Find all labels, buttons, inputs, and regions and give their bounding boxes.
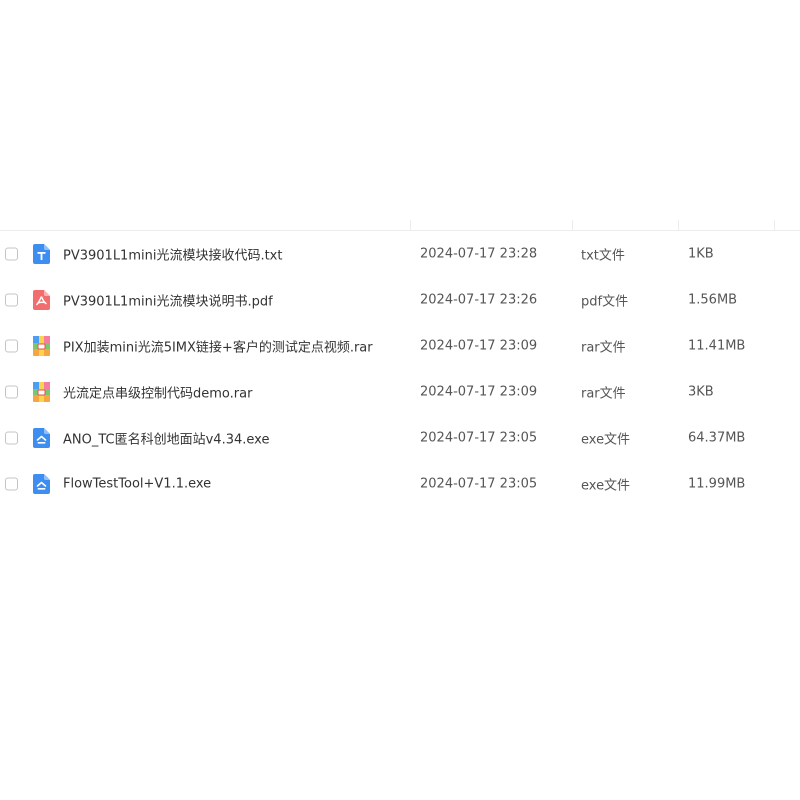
file-row[interactable]: FlowTestTool+V1.1.exe 2024-07-17 23:05 e…: [0, 461, 800, 507]
file-size: 1.56MB: [688, 292, 738, 308]
row-checkbox[interactable]: [5, 431, 18, 445]
txt-file-icon: [33, 244, 50, 264]
file-size: 1KB: [688, 246, 714, 262]
file-browser-page: PV3901L1mini光流模块接收代码.txt 2024-07-17 23:2…: [0, 0, 800, 800]
file-date: 2024-07-17 23:05: [420, 430, 538, 446]
pdf-file-icon: [33, 290, 50, 310]
file-name[interactable]: PV3901L1mini光流模块接收代码.txt: [63, 245, 282, 264]
file-name[interactable]: 光流定点串级控制代码demo.rar: [63, 383, 252, 402]
file-type: exe文件: [581, 432, 631, 448]
file-size: 3KB: [688, 384, 714, 400]
file-name[interactable]: PIX加装mini光流5IMX链接+客户的测试定点视频.rar: [63, 337, 373, 356]
column-divider[interactable]: [572, 220, 573, 230]
row-checkbox[interactable]: [5, 339, 18, 353]
file-type: rar文件: [581, 386, 626, 402]
exe-file-icon: [33, 428, 50, 448]
file-type: pdf文件: [581, 294, 629, 310]
rar-file-icon: [33, 336, 50, 356]
file-type: exe文件: [581, 478, 631, 494]
column-divider[interactable]: [774, 220, 775, 230]
file-name[interactable]: ANO_TC匿名科创地面站v4.34.exe: [63, 429, 269, 448]
file-date: 2024-07-17 23:09: [420, 384, 538, 400]
file-size: 11.99MB: [688, 476, 746, 492]
file-type: rar文件: [581, 340, 626, 356]
file-date: 2024-07-17 23:28: [420, 246, 538, 262]
row-checkbox[interactable]: [5, 293, 18, 307]
row-checkbox[interactable]: [5, 385, 18, 399]
file-row[interactable]: ANO_TC匿名科创地面站v4.34.exe 2024-07-17 23:05 …: [0, 415, 800, 461]
rar-file-icon: [33, 382, 50, 402]
file-date: 2024-07-17 23:26: [420, 292, 538, 308]
file-row[interactable]: 光流定点串级控制代码demo.rar 2024-07-17 23:09 rar文…: [0, 369, 800, 415]
file-date: 2024-07-17 23:05: [420, 476, 538, 492]
file-size: 64.37MB: [688, 430, 746, 446]
file-row[interactable]: PV3901L1mini光流模块接收代码.txt 2024-07-17 23:2…: [0, 231, 800, 277]
file-type: txt文件: [581, 248, 625, 264]
file-size: 11.41MB: [688, 338, 746, 354]
file-row[interactable]: PIX加装mini光流5IMX链接+客户的测试定点视频.rar 2024-07-…: [0, 323, 800, 369]
list-header: [0, 216, 800, 231]
file-name[interactable]: FlowTestTool+V1.1.exe: [63, 477, 211, 492]
file-name[interactable]: PV3901L1mini光流模块说明书.pdf: [63, 291, 273, 310]
file-row[interactable]: PV3901L1mini光流模块说明书.pdf 2024-07-17 23:26…: [0, 277, 800, 323]
exe-file-icon: [33, 474, 50, 494]
file-date: 2024-07-17 23:09: [420, 338, 538, 354]
row-checkbox[interactable]: [5, 477, 18, 491]
file-list: PV3901L1mini光流模块接收代码.txt 2024-07-17 23:2…: [0, 216, 800, 507]
column-divider[interactable]: [678, 220, 679, 230]
column-divider[interactable]: [410, 220, 411, 230]
row-checkbox[interactable]: [5, 247, 18, 261]
